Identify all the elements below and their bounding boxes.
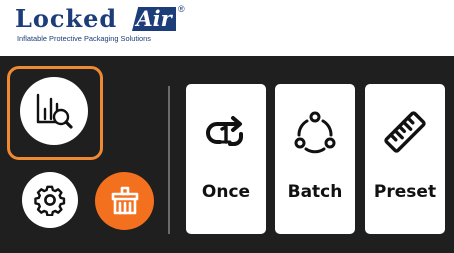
header: Locked Air ® Inflatable Protective Packa… xyxy=(0,0,454,56)
basket-icon xyxy=(111,186,138,215)
vertical-divider xyxy=(168,86,170,234)
batch-mode-label: Batch xyxy=(287,182,343,202)
batch-mode-button[interactable]: Batch xyxy=(275,84,355,234)
logo-air-badge: Air xyxy=(132,7,176,31)
gear-icon xyxy=(34,185,66,216)
clean-button[interactable] xyxy=(95,172,154,230)
company-logo: Locked Air ® Inflatable Protective Packa… xyxy=(15,4,185,46)
once-mode-button[interactable]: Once xyxy=(186,84,266,234)
preset-mode-button[interactable]: Preset xyxy=(365,84,445,234)
preset-mode-label: Preset xyxy=(373,182,437,202)
logo-tagline: Inflatable Protective Packaging Solution… xyxy=(17,34,151,43)
ruler-icon xyxy=(384,111,426,153)
cycle-nodes-icon xyxy=(294,111,336,154)
once-mode-label: Once xyxy=(201,182,251,202)
logo-wordmark: Locked xyxy=(15,4,118,33)
logo-registered-mark: ® xyxy=(178,4,185,14)
analytics-button[interactable] xyxy=(20,77,88,145)
repeat-once-icon xyxy=(206,116,243,146)
settings-button[interactable] xyxy=(22,172,78,228)
bar-chart-magnifier-icon xyxy=(36,93,73,129)
